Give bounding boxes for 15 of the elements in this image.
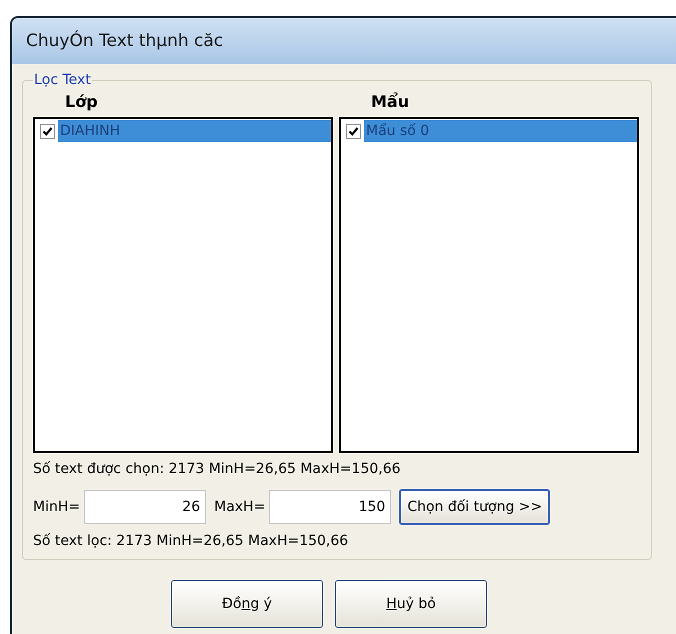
filtered-count-text: Số text lọc: 2173 MinH=26,65 MaxH=150,66 [33,533,348,549]
dialog-button[interactable]: Huỷ bỏ [335,580,487,628]
min-field[interactable]: 26 [84,490,206,524]
checkbox[interactable] [346,124,361,138]
checkbox[interactable] [40,124,55,138]
group-title: Lọc Text [33,72,92,88]
max-label: MaxH= [214,499,266,515]
max-field[interactable]: 150 [269,490,392,524]
selected-count-text: Số text được chọn: 2173 MinH=26,65 MaxH=150,66 [33,461,401,477]
list-heading: Lớp [65,92,98,111]
window-title: ChuyÓn Text thµnh căc [26,31,224,51]
list-heading: Mẩu [371,92,410,111]
select-objects-button[interactable]: Chọn đối tượng >> [399,489,550,525]
min-label: MinH= [33,499,80,515]
dialog-button[interactable]: Đồng ý [171,580,323,628]
